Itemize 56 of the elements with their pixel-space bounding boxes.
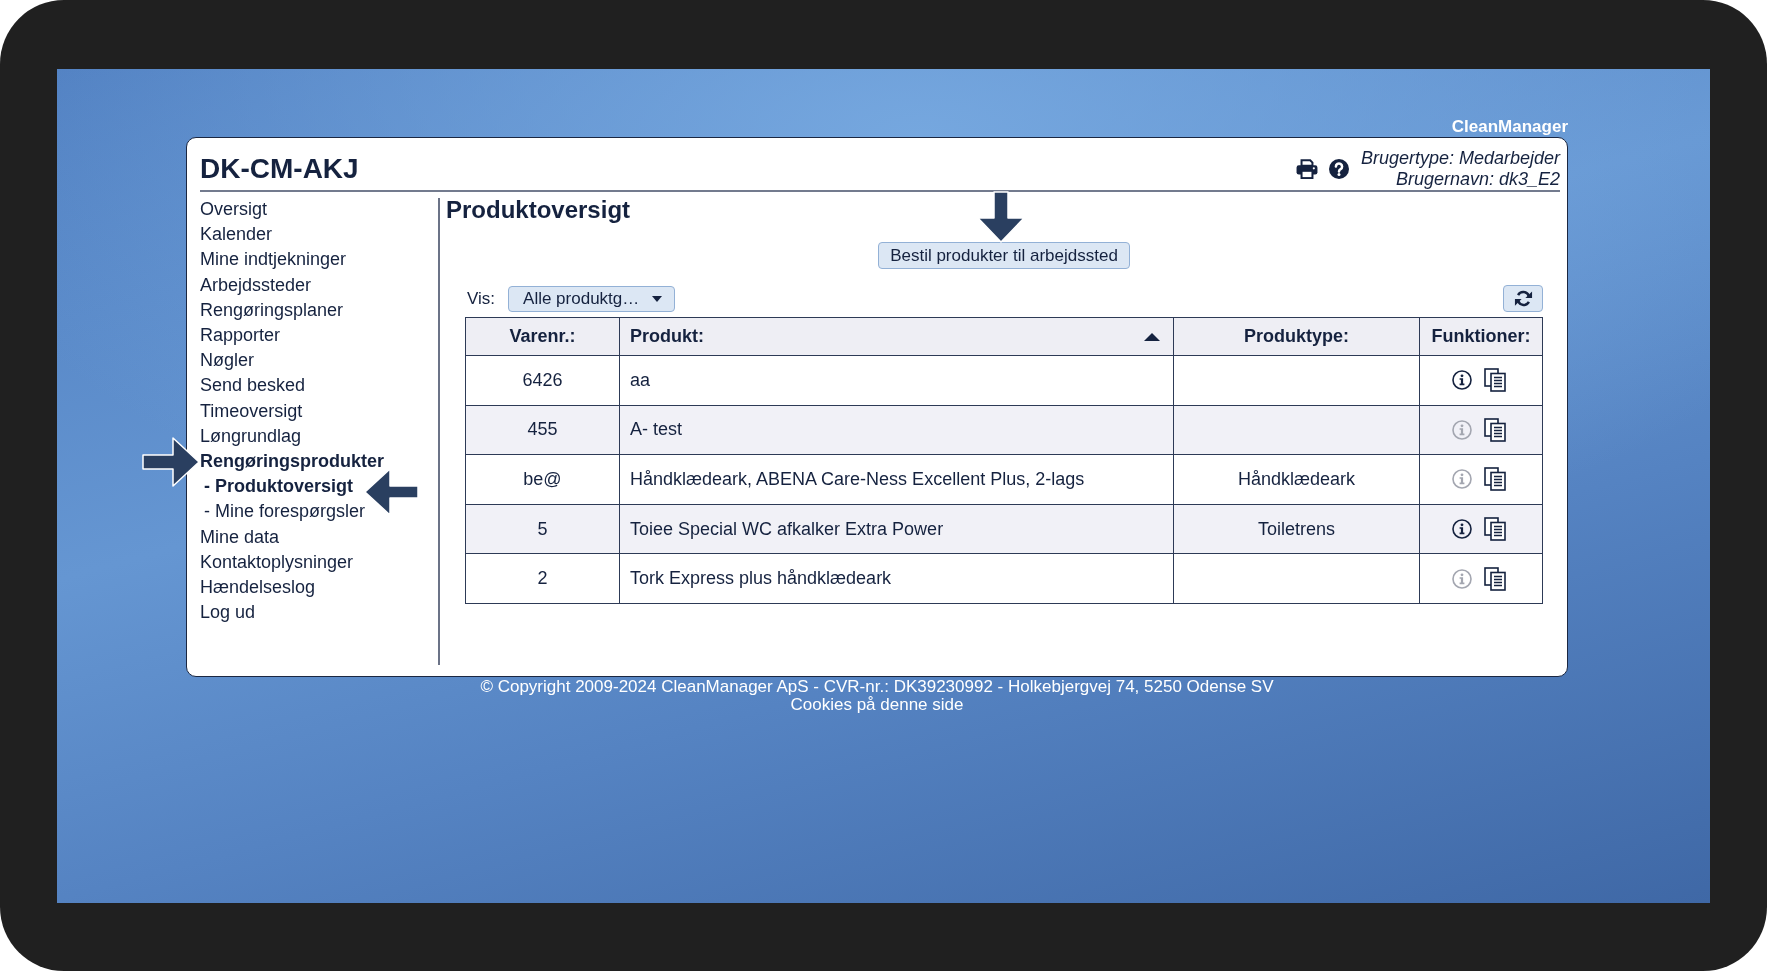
- filter-dropdown[interactable]: Alle produktg…: [508, 285, 676, 312]
- documents-icon[interactable]: [1484, 368, 1506, 393]
- sidebar-item[interactable]: Kontaktoplysninger: [200, 549, 354, 576]
- info-icon[interactable]: [1452, 370, 1472, 391]
- table-cell: 5: [465, 504, 620, 554]
- documents-icon[interactable]: [1484, 417, 1506, 442]
- page-title: Produktoversigt: [446, 196, 631, 224]
- sidebar-item[interactable]: Hændelseslog: [200, 575, 316, 601]
- sidebar-item[interactable]: Mine indtjekninger: [200, 247, 347, 273]
- printer-icon[interactable]: [1295, 159, 1318, 179]
- table-cell: be@: [465, 454, 620, 505]
- brand-label: CleanManager: [1451, 117, 1568, 137]
- copyright-text: © Copyright 2009-2024 CleanManager ApS - CVR-nr.: DK39230992 - Holkebjergvej 74, 5250 Odense SV: [480, 678, 1274, 696]
- table-cell: Toiletrens: [1173, 504, 1420, 554]
- sidebar-item[interactable]: Mine data: [200, 524, 280, 550]
- sidebar-item[interactable]: Kalender: [200, 222, 273, 248]
- filter-label: Vis:: [467, 288, 496, 309]
- down-arrow-icon: [977, 191, 1025, 243]
- table-cell: aa: [619, 355, 1174, 406]
- table-cell: 2: [465, 553, 620, 604]
- help-icon[interactable]: [1328, 159, 1349, 179]
- table-cell: Toiee Special WC afkalker Extra Power: [619, 504, 1174, 554]
- refresh-button[interactable]: [1503, 285, 1543, 312]
- table-cell: Tork Express plus håndklædeark: [619, 553, 1174, 604]
- column-header[interactable]: Produktype:: [1173, 317, 1420, 356]
- info-icon[interactable]: [1452, 519, 1472, 540]
- table-cell: Håndklædeark: [1173, 454, 1420, 505]
- table-cell: Håndklædeark, ABENA Care-Ness Excellent Plus, 2-lags: [619, 454, 1174, 505]
- sidebar-item[interactable]: Løngrundlag: [200, 423, 302, 450]
- user-type-text: Brugertype: Medarbejder: [1360, 148, 1560, 169]
- sidebar-item[interactable]: Arbejdssteder: [200, 272, 312, 298]
- table-cell: 455: [465, 405, 620, 455]
- documents-icon[interactable]: [1484, 467, 1506, 492]
- column-header[interactable]: Funktioner:: [1419, 317, 1543, 356]
- documents-icon[interactable]: [1484, 517, 1506, 542]
- sidebar-item[interactable]: Rengøringsplaner: [200, 297, 344, 323]
- sidebar-item[interactable]: Oversigt: [200, 197, 268, 223]
- caret-icon: [652, 295, 663, 302]
- table-cell: 6426: [465, 355, 620, 406]
- sidebar-item[interactable]: Timeoversigt: [200, 398, 303, 424]
- documents-icon[interactable]: [1484, 566, 1506, 591]
- column-header[interactable]: Varenr.:: [465, 317, 620, 356]
- sidebar-item[interactable]: Nøgler: [200, 348, 254, 374]
- sidebar-item[interactable]: Log ud: [200, 600, 256, 626]
- sidebar-subitem[interactable]: - Mine forespørgsler: [200, 499, 366, 525]
- sidebar-subitem[interactable]: - Produktoversigt: [200, 474, 354, 500]
- sidebar-item[interactable]: Rapporter: [200, 323, 281, 349]
- order-products-button[interactable]: Bestil produkter til arbejdssted: [878, 242, 1130, 269]
- column-header[interactable]: Produkt:: [619, 317, 1174, 356]
- user-name-text: Brugernavn: dk3_E2: [1395, 169, 1560, 190]
- cookies-link[interactable]: Cookies på denne side: [790, 696, 964, 714]
- site-title: DK-CM-AKJ: [200, 154, 359, 184]
- sidebar-item[interactable]: Rengøringsprodukter: [200, 449, 384, 475]
- table-cell: A- test: [619, 405, 1174, 455]
- refresh-icon: [1513, 289, 1533, 308]
- sidebar-item[interactable]: Send besked: [200, 373, 306, 399]
